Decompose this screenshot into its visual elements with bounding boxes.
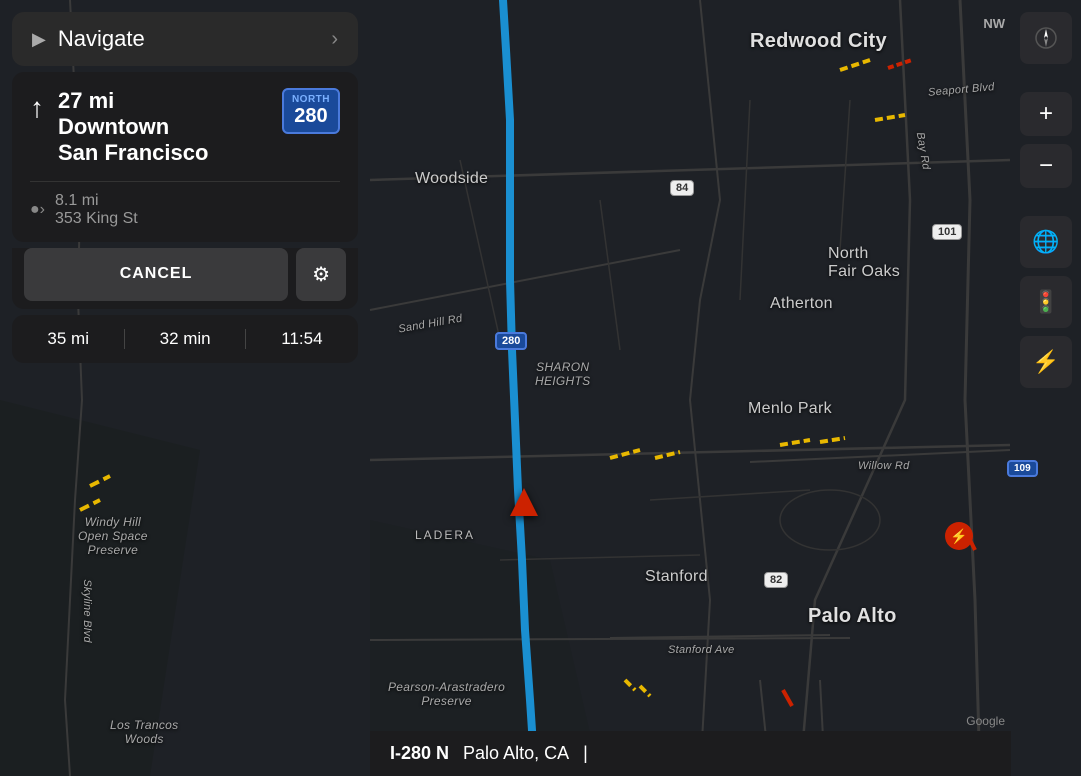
bottom-highway-label: I-280 N (390, 743, 449, 764)
highway-shield-101: 101 (932, 224, 962, 240)
waypoint-row: ●› 8.1 mi 353 King St (30, 181, 340, 242)
route-info: 27 mi DowntownSan Francisco (58, 88, 208, 167)
highway-direction-label: NORTH (292, 94, 330, 105)
direction-up-arrow-icon: ↑ (30, 92, 44, 124)
traffic-light-button[interactable]: 🚦 (1020, 276, 1072, 328)
compass-nw-label: NW (983, 16, 1005, 31)
total-distance-stat: 35 mi (47, 329, 89, 349)
compass-button[interactable] (1020, 12, 1072, 64)
settings-button[interactable]: ⚙ (296, 248, 346, 301)
current-location-marker (510, 488, 538, 516)
highway-number-label: 280 (294, 105, 327, 128)
settings-gear-icon: ⚙ (312, 262, 330, 287)
route-panel: ↑ 27 mi DowntownSan Francisco NORTH 280 … (12, 72, 358, 242)
bottom-cursor-icon: | (583, 743, 588, 764)
lightning-icon: ⚡ (1032, 349, 1059, 375)
stat-divider-2 (245, 329, 246, 349)
waypoint-info: 8.1 mi 353 King St (55, 192, 138, 228)
highway-badge: NORTH 280 (282, 88, 340, 134)
travel-time-stat: 32 min (160, 329, 211, 349)
route-distance: 27 mi (58, 88, 208, 114)
action-row: CANCEL ⚙ (12, 248, 358, 309)
navigation-panel: ▶ Navigate › ↑ 27 mi DowntownSan Francis… (0, 0, 370, 363)
right-controls: + − 🌐 🚦 ⚡ (1011, 0, 1081, 776)
navigate-label: Navigate (58, 26, 145, 52)
lightning-button[interactable]: ⚡ (1020, 336, 1072, 388)
zoom-in-button[interactable]: + (1020, 92, 1072, 136)
bottom-status-bar: I-280 N Palo Alto, CA | (370, 731, 1011, 776)
zoom-out-button[interactable]: − (1020, 144, 1072, 188)
destination-name: DowntownSan Francisco (58, 114, 208, 167)
waypoint-distance: 8.1 mi (55, 192, 138, 210)
stats-row: 35 mi 32 min 11:54 (12, 315, 358, 363)
arrival-time-stat: 11:54 (281, 329, 322, 349)
route-header-left: ↑ 27 mi DowntownSan Francisco (30, 88, 208, 167)
navigation-arrow-icon: ▶ (32, 29, 46, 50)
traffic-light-icon: 🚦 (1032, 289, 1059, 315)
globe-button[interactable]: 🌐 (1020, 216, 1072, 268)
stat-divider-1 (124, 329, 125, 349)
navigate-bar-left: ▶ Navigate (32, 26, 145, 52)
waypoint-pin-icon: ●› (30, 201, 45, 219)
supercharger-pin[interactable]: ⚡ (945, 522, 973, 550)
globe-icon: 🌐 (1032, 229, 1059, 255)
highway-shield-280: 280 (495, 332, 527, 350)
cancel-button[interactable]: CANCEL (24, 248, 288, 301)
highway-shield-84: 84 (670, 180, 694, 196)
waypoint-address: 353 King St (55, 210, 138, 228)
route-header: ↑ 27 mi DowntownSan Francisco NORTH 280 (30, 88, 340, 167)
navigate-chevron-icon: › (331, 28, 338, 51)
highway-shield-82: 82 (764, 572, 788, 588)
google-watermark: Google (966, 714, 1005, 728)
bottom-location-label: Palo Alto, CA (463, 743, 569, 764)
highway-shield-109: 109 (1007, 460, 1038, 477)
navigate-bar[interactable]: ▶ Navigate › (12, 12, 358, 66)
